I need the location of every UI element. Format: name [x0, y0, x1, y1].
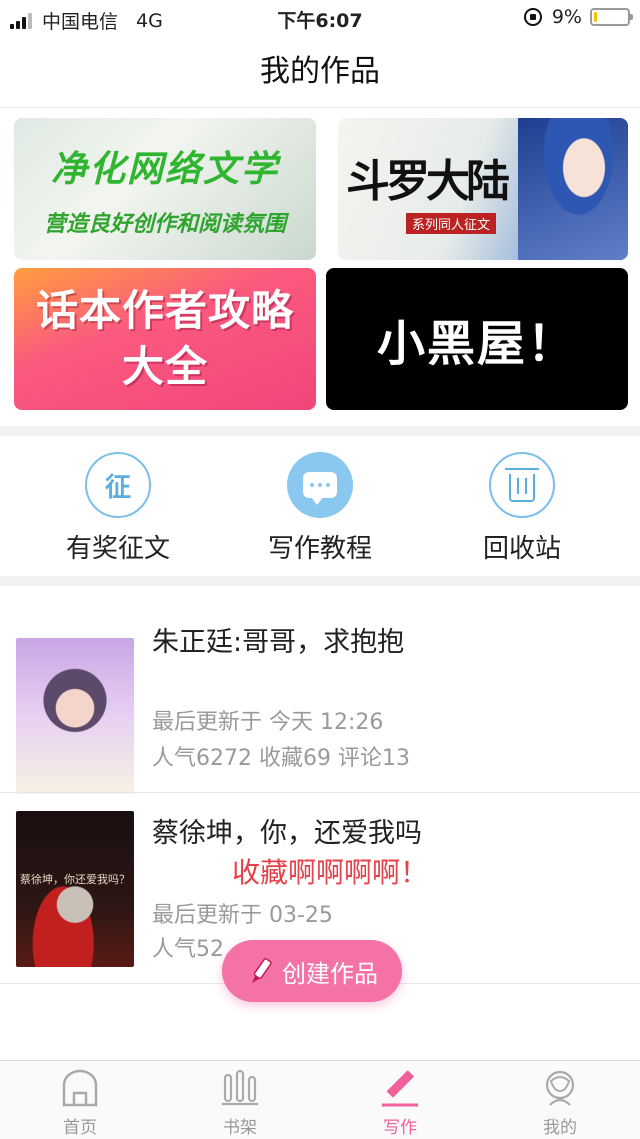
section-divider: [0, 576, 640, 586]
home-icon: [62, 1069, 98, 1107]
tab-bar: 首页 书架 写作 我的: [0, 1060, 640, 1139]
tab-label: 首页: [63, 1118, 97, 1138]
quick-action-contest[interactable]: 征 有奖征文: [38, 452, 198, 565]
pencil-icon: [252, 958, 272, 983]
orientation-lock-icon: [523, 8, 542, 26]
banner-douluo[interactable]: 斗罗大陆 系列同人征文: [338, 118, 628, 260]
tab-label: 我的: [543, 1118, 577, 1138]
banner-subtitle: 营造良好创作和阅读氛围: [43, 212, 286, 237]
battery-icon: [590, 8, 633, 26]
work-cover-image: [16, 638, 134, 794]
work-cover-image: 蔡徐坤，你还爱我吗？: [16, 811, 134, 967]
tab-home[interactable]: 首页: [20, 1069, 140, 1138]
profile-icon: [545, 1070, 575, 1106]
banner-subtitle: 系列同人征文: [406, 212, 497, 234]
trash-icon: [489, 452, 555, 518]
tab-label: 写作: [383, 1118, 417, 1138]
work-item[interactable]: 朱正廷:哥哥，求抱抱 最后更新于 今天 12:26 人气6272 收藏69 评论…: [0, 586, 640, 794]
banner-title: 小黑屋！: [376, 316, 577, 372]
quick-action-label: 回收站: [482, 534, 561, 564]
tab-bookshelf[interactable]: 书架: [180, 1069, 300, 1138]
quick-action-recycle-bin[interactable]: 回收站: [442, 452, 602, 565]
work-tag: 收藏啊啊啊啊！: [232, 856, 429, 889]
pencil-icon: [382, 1070, 418, 1107]
work-title: 朱正廷:哥哥，求抱抱: [152, 627, 405, 658]
banner-title: 话本作者攻略: [35, 286, 294, 335]
create-work-label: 创建作品: [282, 959, 378, 988]
banner-author-guide[interactable]: 话本作者攻略 大全: [14, 268, 316, 410]
anime-character-image: [518, 118, 628, 260]
banner-title: 净化网络文学: [50, 149, 279, 190]
quick-action-label: 写作教程: [267, 534, 372, 564]
work-updated: 最后更新于 今天 12:26: [152, 710, 384, 735]
bookshelf-icon: [222, 1069, 258, 1106]
quick-action-label: 有奖征文: [65, 534, 170, 564]
tab-mine[interactable]: 我的: [500, 1069, 620, 1138]
section-divider: [0, 426, 640, 436]
create-work-button[interactable]: 创建作品: [222, 940, 402, 1002]
banner-dark-room[interactable]: 小黑屋！: [326, 268, 628, 410]
status-right: 9%: [523, 6, 633, 28]
work-stats: 人气6272 收藏69 评论13: [152, 746, 410, 771]
quick-action-tutorial[interactable]: 写作教程: [240, 452, 400, 565]
banner-title: 斗罗大陆: [346, 155, 510, 207]
quick-actions: 征 有奖征文 写作教程 回收站: [0, 438, 640, 576]
cover-caption: 蔡徐坤，你还爱我吗？: [20, 873, 130, 886]
banner-purify-literature[interactable]: 净化网络文学 营造良好创作和阅读氛围: [14, 118, 316, 260]
tab-write[interactable]: 写作: [340, 1069, 460, 1138]
chat-bubble-icon: [287, 452, 353, 518]
battery-percent: 9%: [551, 6, 582, 28]
nav-bar: 我的作品: [0, 36, 640, 108]
battery-fill: [594, 12, 597, 22]
work-title: 蔡徐坤，你，还爱我吗: [152, 818, 422, 849]
work-updated: 最后更新于 03-25: [152, 903, 333, 928]
banner-subtitle: 大全: [121, 342, 208, 391]
tab-label: 书架: [223, 1118, 257, 1138]
contest-icon: 征: [85, 452, 151, 518]
page-title: 我的作品: [260, 54, 380, 89]
status-bar: 中国电信 4G 下午6:07 9%: [0, 0, 640, 36]
